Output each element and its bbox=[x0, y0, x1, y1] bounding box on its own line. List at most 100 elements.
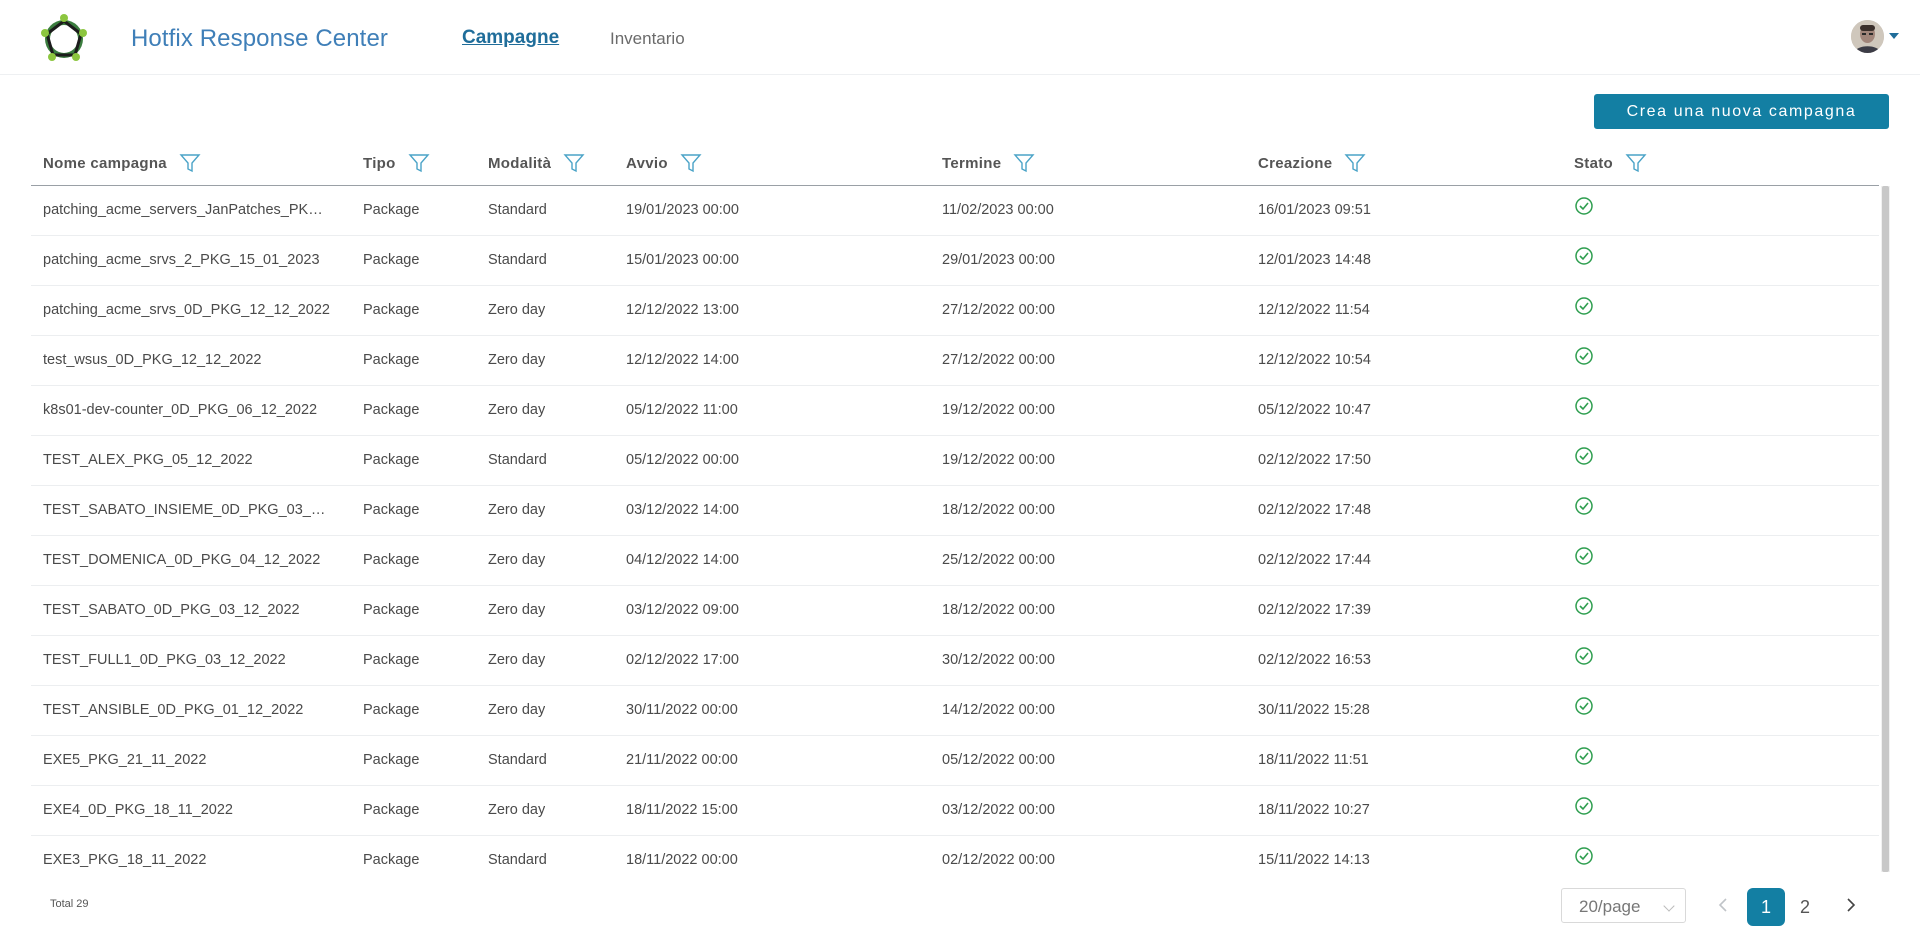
table-row[interactable]: TEST_DOMENICA_0D_PKG_04_12_2022 Package Ze… bbox=[31, 536, 1879, 586]
cell-modalita: Zero day bbox=[488, 502, 546, 518]
table-row[interactable]: patching_acme_srvs_2_PKG_15_01_2023 Packa… bbox=[31, 236, 1879, 286]
column-label: Termine bbox=[942, 154, 1002, 172]
cell-tipo: Package bbox=[363, 602, 420, 618]
table-row[interactable]: test_wsus_0D_PKG_12_12_2022 Package Zero d… bbox=[31, 336, 1879, 386]
cell-creazione: 12/12/2022 10:54 bbox=[1258, 352, 1371, 368]
cell-creazione: 15/11/2022 14:13 bbox=[1258, 852, 1370, 868]
cell-modalita: Standard bbox=[488, 252, 547, 268]
cell-creazione: 02/12/2022 17:48 bbox=[1258, 502, 1371, 518]
table-body: patching_acme_servers_JanPatches_PKG_1… P… bbox=[31, 186, 1879, 872]
cell-tipo: Package bbox=[363, 402, 420, 418]
cell-tipo: Package bbox=[363, 202, 420, 218]
cell-modalita: Standard bbox=[488, 752, 547, 768]
table-row[interactable]: TEST_ANSIBLE_0D_PKG_01_12_2022 Package Zer… bbox=[31, 686, 1879, 736]
total-count: Total 29 bbox=[50, 898, 89, 910]
cell-name: TEST_ALEX_PKG_05_12_2022 bbox=[43, 452, 253, 468]
cell-creazione: 02/12/2022 17:50 bbox=[1258, 452, 1371, 468]
filter-icon[interactable] bbox=[1013, 152, 1035, 174]
cell-avvio: 18/11/2022 15:00 bbox=[626, 802, 738, 818]
cell-name: patching_acme_srvs_0D_PKG_12_12_2022 bbox=[43, 302, 330, 318]
cell-tipo: Package bbox=[363, 652, 420, 668]
table-header: Nome campagna Tipo Modalità Avvio Termin… bbox=[31, 140, 1879, 186]
cell-tipo: Package bbox=[363, 552, 420, 568]
column-header-avvio: Avvio bbox=[626, 152, 702, 174]
cell-name: EXE4_0D_PKG_18_11_2022 bbox=[43, 802, 233, 818]
check-circle-icon bbox=[1575, 747, 1593, 765]
check-circle-icon bbox=[1575, 697, 1593, 715]
cell-name: TEST_SABATO_0D_PKG_03_12_2022 bbox=[43, 602, 300, 618]
nav-campagne[interactable]: Campagne bbox=[462, 27, 559, 49]
cell-tipo: Package bbox=[363, 852, 420, 868]
cell-name: EXE5_PKG_21_11_2022 bbox=[43, 752, 207, 768]
table-row[interactable]: k8s01-dev-counter_0D_PKG_06_12_2022 Packa… bbox=[31, 386, 1879, 436]
cell-name: test_wsus_0D_PKG_12_12_2022 bbox=[43, 352, 262, 368]
cell-tipo: Package bbox=[363, 302, 420, 318]
nav-inventario[interactable]: Inventario bbox=[610, 29, 685, 49]
cell-termine: 30/12/2022 00:00 bbox=[942, 652, 1055, 668]
cell-termine: 19/12/2022 00:00 bbox=[942, 402, 1055, 418]
cell-name: TEST_ANSIBLE_0D_PKG_01_12_2022 bbox=[43, 702, 304, 718]
cell-name: TEST_FULL1_0D_PKG_03_12_2022 bbox=[43, 652, 286, 668]
cell-modalita: Zero day bbox=[488, 652, 546, 668]
user-avatar-icon[interactable] bbox=[1851, 20, 1884, 53]
cell-termine: 19/12/2022 00:00 bbox=[942, 452, 1055, 468]
campaigns-table: Nome campagna Tipo Modalità Avvio Termin… bbox=[31, 140, 1890, 872]
table-row[interactable]: EXE3_PKG_18_11_2022 Package Standard 18/11/… bbox=[31, 836, 1879, 872]
cell-termine: 27/12/2022 00:00 bbox=[942, 302, 1055, 318]
table-row[interactable]: patching_acme_servers_JanPatches_PKG_1… P… bbox=[31, 186, 1879, 236]
check-circle-icon bbox=[1575, 397, 1593, 415]
page-button-1[interactable]: 1 bbox=[1747, 888, 1785, 926]
check-circle-icon bbox=[1575, 447, 1593, 465]
filter-icon[interactable] bbox=[1344, 152, 1366, 174]
table-row[interactable]: EXE5_PKG_21_11_2022 Package Standard 21/11/… bbox=[31, 736, 1879, 786]
cell-avvio: 03/12/2022 09:00 bbox=[626, 602, 739, 618]
user-menu-caret-icon[interactable] bbox=[1889, 33, 1899, 39]
column-label: Stato bbox=[1574, 154, 1613, 172]
column-header-tipo: Tipo bbox=[363, 152, 430, 174]
next-page-icon[interactable] bbox=[1840, 894, 1862, 916]
cell-modalita: Zero day bbox=[488, 602, 546, 618]
cell-termine: 02/12/2022 00:00 bbox=[942, 852, 1055, 868]
table-row[interactable]: EXE4_0D_PKG_18_11_2022 Package Zero day 18/… bbox=[31, 786, 1879, 836]
cell-tipo: Package bbox=[363, 702, 420, 718]
cell-avvio: 21/11/2022 00:00 bbox=[626, 752, 738, 768]
filter-icon[interactable] bbox=[680, 152, 702, 174]
table-row[interactable]: patching_acme_srvs_0D_PKG_12_12_2022 Pack… bbox=[31, 286, 1879, 336]
column-label: Tipo bbox=[363, 154, 396, 172]
cell-modalita: Zero day bbox=[488, 302, 546, 318]
filter-icon[interactable] bbox=[179, 152, 201, 174]
cell-name: patching_acme_srvs_2_PKG_15_01_2023 bbox=[43, 252, 320, 268]
cell-termine: 14/12/2022 00:00 bbox=[942, 702, 1055, 718]
cell-name: TEST_SABATO_INSIEME_0D_PKG_03_12_2… bbox=[43, 502, 333, 518]
app-title: Hotfix Response Center bbox=[131, 25, 388, 52]
table-row[interactable]: TEST_FULL1_0D_PKG_03_12_2022 Package Zero … bbox=[31, 636, 1879, 686]
table-row[interactable]: TEST_SABATO_INSIEME_0D_PKG_03_12_2… Packa… bbox=[31, 486, 1879, 536]
prev-page-icon[interactable] bbox=[1712, 894, 1734, 916]
cell-creazione: 16/01/2023 09:51 bbox=[1258, 202, 1371, 218]
filter-icon[interactable] bbox=[408, 152, 430, 174]
table-row[interactable]: TEST_ALEX_PKG_05_12_2022 Package Standard 0… bbox=[31, 436, 1879, 486]
avatar-portrait-icon bbox=[1851, 20, 1884, 53]
cell-tipo: Package bbox=[363, 502, 420, 518]
filter-icon[interactable] bbox=[563, 152, 585, 174]
create-campaign-button[interactable]: Crea una nuova campagna bbox=[1594, 94, 1889, 129]
cell-termine: 29/01/2023 00:00 bbox=[942, 252, 1055, 268]
table-scrollbar[interactable] bbox=[1881, 186, 1890, 872]
filter-icon[interactable] bbox=[1625, 152, 1647, 174]
cell-avvio: 05/12/2022 00:00 bbox=[626, 452, 739, 468]
cell-name: EXE3_PKG_18_11_2022 bbox=[43, 852, 207, 868]
cell-modalita: Zero day bbox=[488, 352, 546, 368]
cell-creazione: 18/11/2022 11:51 bbox=[1258, 752, 1369, 768]
cell-tipo: Package bbox=[363, 352, 420, 368]
column-label: Modalità bbox=[488, 154, 552, 172]
table-row[interactable]: TEST_SABATO_0D_PKG_03_12_2022 Package Zero… bbox=[31, 586, 1879, 636]
cell-creazione: 12/12/2022 11:54 bbox=[1258, 302, 1370, 318]
cell-termine: 25/12/2022 00:00 bbox=[942, 552, 1055, 568]
check-circle-icon bbox=[1575, 597, 1593, 615]
cell-termine: 27/12/2022 00:00 bbox=[942, 352, 1055, 368]
page-size-value: 20/page bbox=[1579, 897, 1641, 916]
scrollbar-thumb[interactable] bbox=[1882, 186, 1889, 872]
page-button-2[interactable]: 2 bbox=[1786, 888, 1824, 926]
page-size-select[interactable]: 20/page bbox=[1561, 888, 1686, 923]
cell-modalita: Zero day bbox=[488, 552, 546, 568]
